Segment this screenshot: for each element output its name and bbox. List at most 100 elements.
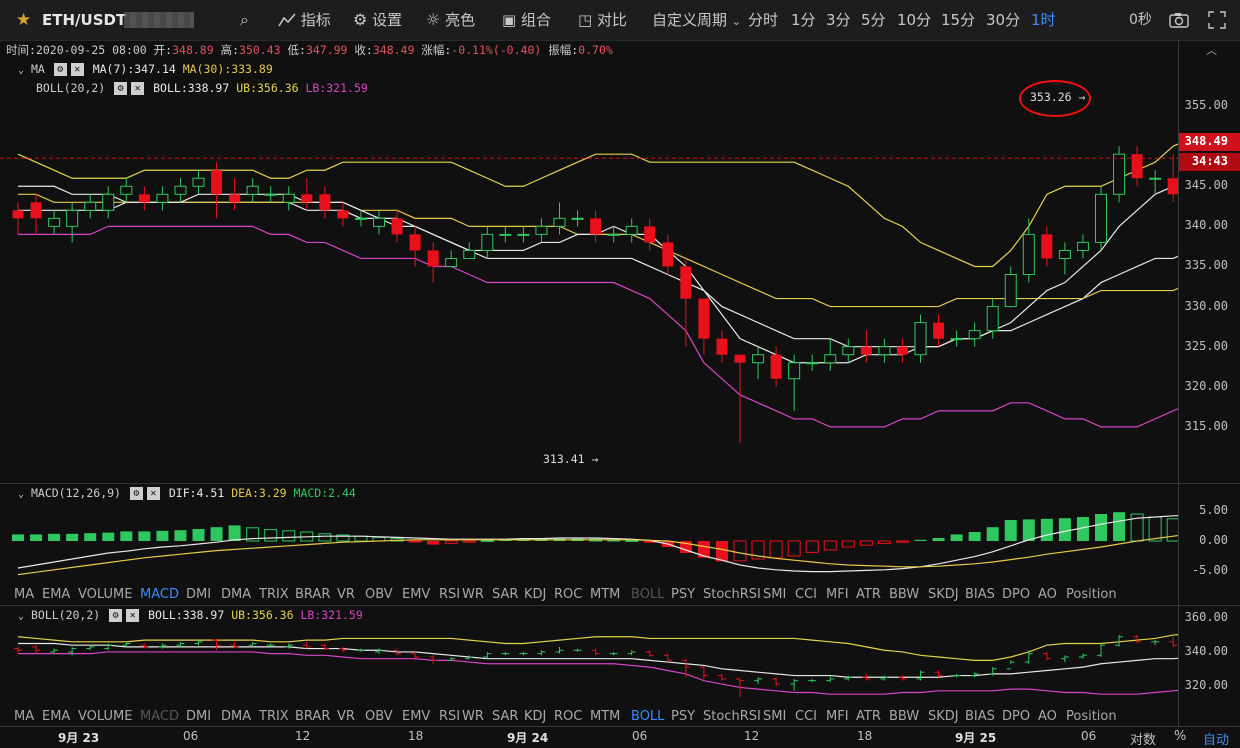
macd-pane-tab-ema[interactable]: EMA xyxy=(42,585,70,605)
boll-pane-tab-stochrsi[interactable]: StochRSI xyxy=(703,707,761,727)
macd-pane-tab-brar[interactable]: BRAR xyxy=(295,585,330,605)
boll-pane-tab-cci[interactable]: CCI xyxy=(795,707,817,727)
macd-histogram-bar xyxy=(444,540,458,544)
period-15m[interactable]: 15分 xyxy=(941,0,975,40)
boll-pane-tab-brar[interactable]: BRAR xyxy=(295,707,330,727)
price-axis-label: 325.00 xyxy=(1184,338,1228,353)
macd-pane-tab-macd[interactable]: MACD xyxy=(140,585,179,605)
boll-pane-tab-volume[interactable]: VOLUME xyxy=(78,707,132,727)
layout-button[interactable]: ▣ 组合 xyxy=(502,0,551,40)
macd-pane-tab-skdj[interactable]: SKDJ xyxy=(928,585,959,605)
close-value: 348.49 xyxy=(372,43,415,57)
macd-histogram-bar xyxy=(318,533,332,542)
candle-body xyxy=(246,185,259,195)
period-1h[interactable]: 1时 xyxy=(1031,0,1056,40)
macd-close-icon[interactable]: ✕ xyxy=(146,487,160,500)
boll-pane-tab-rsi[interactable]: RSI xyxy=(439,707,460,727)
boll-chart[interactable] xyxy=(0,608,1178,706)
symbol-name[interactable]: ETH/USDT xyxy=(42,0,126,40)
macd-pane-tab-roc[interactable]: ROC xyxy=(554,585,582,605)
boll-pane-tab-bias[interactable]: BIAS xyxy=(965,707,995,727)
settings-button[interactable]: ⚙ 设置 xyxy=(353,0,402,40)
light-theme-button[interactable]: ☼ 亮色 xyxy=(426,0,475,40)
favorite-star-icon[interactable]: ★ xyxy=(16,0,31,40)
period-5m[interactable]: 5分 xyxy=(861,0,886,40)
custom-period-dropdown[interactable]: 自定义周期 ⌄ xyxy=(652,0,741,40)
boll-pane-tab-vr[interactable]: VR xyxy=(337,707,355,727)
boll-pane-tab-macd[interactable]: MACD xyxy=(140,707,179,727)
compare-button[interactable]: ◳ 对比 xyxy=(578,0,627,40)
camera-icon[interactable] xyxy=(1169,0,1189,40)
boll-pane-tab-smi[interactable]: SMI xyxy=(763,707,786,727)
macd-pane-tab-boll[interactable]: BOLL xyxy=(631,585,664,605)
macd-pane-tab-kdj[interactable]: KDJ xyxy=(524,585,546,605)
macd-pane-tab-ma[interactable]: MA xyxy=(14,585,34,605)
macd-pane-tab-stochrsi[interactable]: StochRSI xyxy=(703,585,761,605)
fullscreen-icon[interactable] xyxy=(1208,0,1226,40)
macd-pane-tab-ao[interactable]: AO xyxy=(1038,585,1057,605)
macd-pane-tab-rsi[interactable]: RSI xyxy=(439,585,460,605)
macd-pane-tab-mfi[interactable]: MFI xyxy=(826,585,849,605)
collapse-icon[interactable]: ︿ xyxy=(1206,42,1217,58)
macd-pane-tab-dma[interactable]: DMA xyxy=(221,585,251,605)
time-label: 时间: xyxy=(6,43,36,57)
macd-collapse-icon[interactable]: ⌄ xyxy=(18,489,24,500)
candlestick-chart[interactable] xyxy=(0,58,1178,483)
boll-pane-tab-obv[interactable]: OBV xyxy=(365,707,393,727)
period-1m[interactable]: 1分 xyxy=(791,0,816,40)
log-scale-toggle[interactable]: 对数 xyxy=(1130,729,1156,748)
boll-pane-tab-psy[interactable]: PSY xyxy=(671,707,695,727)
candle-body xyxy=(156,193,169,203)
boll-pane-tab-position[interactable]: Position xyxy=(1066,707,1117,727)
macd-pane-tab-bbw[interactable]: BBW xyxy=(889,585,919,605)
macd-pane-tab-vr[interactable]: VR xyxy=(337,585,355,605)
boll-pane-tab-mfi[interactable]: MFI xyxy=(826,707,849,727)
period-3m[interactable]: 3分 xyxy=(826,0,851,40)
boll-pane-tab-emv[interactable]: EMV xyxy=(402,707,430,727)
boll-pane-tab-dpo[interactable]: DPO xyxy=(1002,707,1030,727)
boll-pane-tab-roc[interactable]: ROC xyxy=(554,707,582,727)
macd-pane-tab-bias[interactable]: BIAS xyxy=(965,585,995,605)
macd-pane-tab-atr[interactable]: ATR xyxy=(856,585,881,605)
boll-pane-tab-ao[interactable]: AO xyxy=(1038,707,1057,727)
macd-pane-tab-psy[interactable]: PSY xyxy=(671,585,695,605)
macd-pane-tab-cci[interactable]: CCI xyxy=(795,585,817,605)
period-30m[interactable]: 30分 xyxy=(986,0,1020,40)
macd-histogram-bar xyxy=(787,540,801,557)
macd-pane-tab-position[interactable]: Position xyxy=(1066,585,1117,605)
macd-pane-tab-smi[interactable]: SMI xyxy=(763,585,786,605)
boll-pane-tab-atr[interactable]: ATR xyxy=(856,707,881,727)
auto-scale-toggle[interactable]: 自动 xyxy=(1203,729,1229,748)
period-10m[interactable]: 10分 xyxy=(897,0,931,40)
boll-pane-tab-wr[interactable]: WR xyxy=(462,707,484,727)
search-icon[interactable]: ⌕ xyxy=(240,0,249,40)
macd-pane-tab-obv[interactable]: OBV xyxy=(365,585,393,605)
boll-pane-tab-bbw[interactable]: BBW xyxy=(889,707,919,727)
macd-pane-tab-dmi[interactable]: DMI xyxy=(186,585,211,605)
boll-pane-tab-skdj[interactable]: SKDJ xyxy=(928,707,959,727)
period-timeline[interactable]: 分时 xyxy=(748,0,778,40)
countdown-setting[interactable]: 0秒 xyxy=(1129,0,1152,40)
macd-pane-tab-mtm[interactable]: MTM xyxy=(590,585,620,605)
macd-histogram-bar xyxy=(192,529,205,541)
boll-pane-tab-ema[interactable]: EMA xyxy=(42,707,70,727)
macd-pane-tab-volume[interactable]: VOLUME xyxy=(78,585,132,605)
boll-pane-tab-mtm[interactable]: MTM xyxy=(590,707,620,727)
boll-pane-tab-dma[interactable]: DMA xyxy=(221,707,251,727)
boll-pane-tab-dmi[interactable]: DMI xyxy=(186,707,211,727)
macd-settings-icon[interactable]: ⚙ xyxy=(129,487,143,500)
indicator-button[interactable]: 指标 xyxy=(278,0,331,40)
percent-scale-toggle[interactable]: % xyxy=(1174,729,1186,744)
macd-histogram-bar xyxy=(282,530,296,542)
boll-pane-tab-ma[interactable]: MA xyxy=(14,707,34,727)
macd-pane-tab-wr[interactable]: WR xyxy=(462,585,484,605)
macd-pane-tab-sar[interactable]: SAR xyxy=(492,585,518,605)
boll-pane-tab-sar[interactable]: SAR xyxy=(492,707,518,727)
boll-pane-tab-kdj[interactable]: KDJ xyxy=(524,707,546,727)
boll-pane-tab-boll[interactable]: BOLL xyxy=(631,707,664,727)
macd-chart[interactable] xyxy=(0,500,1178,585)
macd-pane-tab-emv[interactable]: EMV xyxy=(402,585,430,605)
macd-pane-tab-dpo[interactable]: DPO xyxy=(1002,585,1030,605)
macd-pane-tab-trix[interactable]: TRIX xyxy=(259,585,289,605)
boll-pane-tab-trix[interactable]: TRIX xyxy=(259,707,289,727)
